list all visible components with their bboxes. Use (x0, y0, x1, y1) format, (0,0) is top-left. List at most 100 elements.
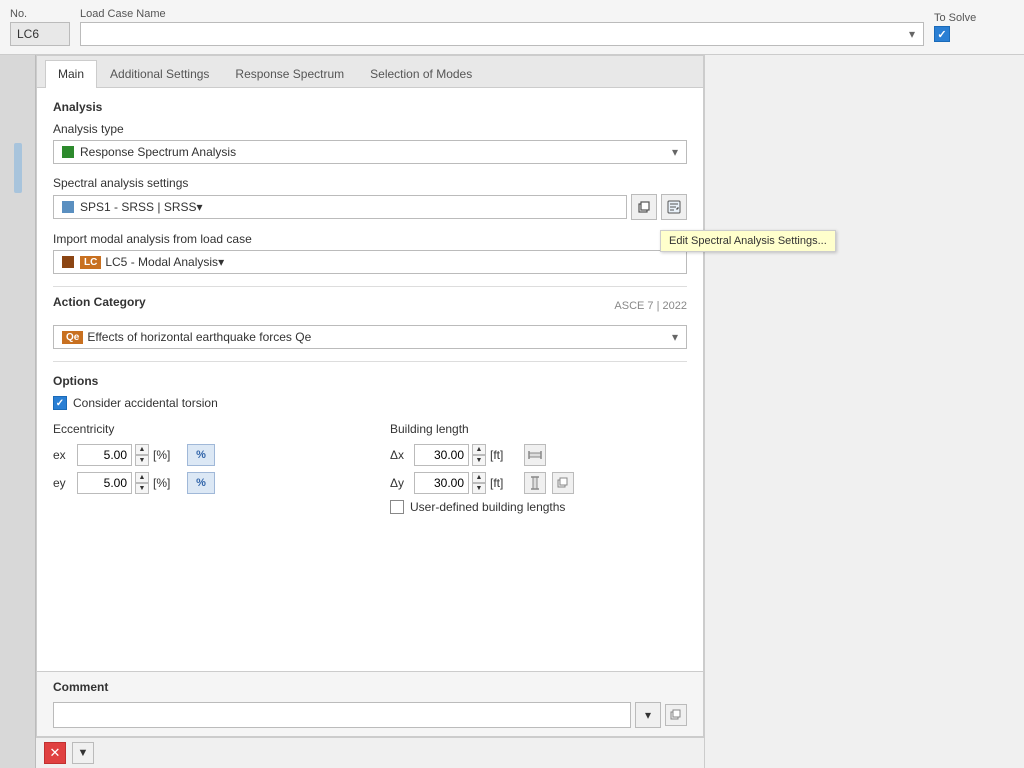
import-arrow-icon: ▾ (218, 255, 224, 269)
delete-button[interactable]: ✕ (44, 742, 66, 764)
consider-torsion-label: Consider accidental torsion (73, 396, 218, 410)
delta-y-copy-button[interactable] (552, 472, 574, 494)
tab-main[interactable]: Main (45, 60, 97, 88)
comment-section: Comment ▾ (36, 672, 704, 737)
user-defined-label: User-defined building lengths (410, 500, 565, 514)
import-brown-indicator (62, 256, 74, 268)
spectral-field: Spectral analysis settings SPS1 - SRSS |… (53, 176, 687, 220)
delta-y-input[interactable] (414, 472, 469, 494)
ex-row: ex ▲ ▼ [%] % (53, 444, 350, 466)
ey-percent-button[interactable]: % (187, 472, 215, 494)
spectral-label: Spectral analysis settings (53, 176, 687, 190)
analysis-section: Analysis Analysis type Response Spectrum… (53, 100, 687, 274)
consider-torsion-checkbox[interactable] (53, 396, 67, 410)
comment-dropdown-button[interactable]: ▾ (635, 702, 661, 728)
bottom-bar: ✕ ▼ (36, 737, 704, 768)
delta-x-unit: [ft] (490, 448, 520, 462)
spectral-dropdown[interactable]: SPS1 - SRSS | SRSS ▾ (53, 195, 627, 219)
import-modal-field: Import modal analysis from load case LC … (53, 232, 687, 274)
ex-input[interactable] (77, 444, 132, 466)
ex-down-arrow[interactable]: ▼ (135, 455, 149, 466)
left-sidebar (0, 55, 36, 768)
delta-y-label: Δy (390, 476, 410, 490)
tabs-bar: Main Additional Settings Response Spectr… (37, 56, 703, 88)
analysis-type-value: Response Spectrum Analysis (80, 145, 672, 159)
ey-input[interactable] (77, 472, 132, 494)
qe-badge: Qe (62, 331, 83, 344)
delta-y-up-arrow[interactable]: ▲ (472, 472, 486, 483)
form-panel: Main Additional Settings Response Spectr… (36, 55, 704, 672)
ex-up-arrow[interactable]: ▲ (135, 444, 149, 455)
load-case-label: Load Case Name (80, 8, 924, 20)
delta-y-down-arrow[interactable]: ▼ (472, 483, 486, 494)
expand-button[interactable]: ▼ (72, 742, 94, 764)
tab-selection[interactable]: Selection of Modes (357, 60, 485, 87)
no-input[interactable] (10, 22, 70, 46)
eccentricity-building-row: Eccentricity ex ▲ ▼ [%] % (53, 422, 687, 514)
consider-torsion-row: Consider accidental torsion (53, 396, 687, 410)
comment-copy-button[interactable] (665, 704, 687, 726)
ey-spin: ▲ ▼ (135, 472, 149, 494)
form-body: Analysis Analysis type Response Spectrum… (37, 88, 703, 671)
import-dropdown[interactable]: LC LC5 - Modal Analysis ▾ (53, 250, 687, 274)
user-defined-checkbox[interactable] (390, 500, 404, 514)
eccentricity-label: Eccentricity (53, 422, 350, 436)
action-category-header: Action Category ASCE 7 | 2022 (53, 295, 687, 317)
action-category-value: Effects of horizontal earthquake forces … (87, 330, 672, 344)
options-section: Options Consider accidental torsion Ecce… (53, 374, 687, 514)
import-value: LC5 - Modal Analysis (105, 255, 218, 269)
delta-x-icon-button[interactable] (524, 444, 546, 466)
tab-response[interactable]: Response Spectrum (222, 60, 357, 87)
load-case-dropdown[interactable]: ▾ (80, 22, 924, 46)
edit-spectral-button[interactable] (661, 194, 687, 220)
building-col: Building length Δx ▲ ▼ [ft] (390, 422, 687, 514)
green-indicator (62, 146, 74, 158)
delta-x-label: Δx (390, 448, 410, 462)
no-field: No. (10, 8, 70, 46)
tab-additional[interactable]: Additional Settings (97, 60, 222, 87)
delta-x-row: Δx ▲ ▼ [ft] (390, 444, 687, 466)
delta-y-row: Δy ▲ ▼ [ft] (390, 472, 687, 494)
delta-x-up-arrow[interactable]: ▲ (472, 444, 486, 455)
ex-percent-button[interactable]: % (187, 444, 215, 466)
delta-x-down-arrow[interactable]: ▼ (472, 455, 486, 466)
analysis-title: Analysis (53, 100, 687, 114)
delta-x-input[interactable] (414, 444, 469, 466)
right-panel (704, 55, 1024, 768)
to-solve-checkbox[interactable] (934, 26, 950, 42)
load-case-field: Load Case Name ▾ (80, 8, 924, 46)
separator-2 (53, 361, 687, 362)
action-category-arrow-icon: ▾ (672, 330, 678, 344)
to-solve-section: To Solve (934, 12, 1014, 42)
ex-label: ex (53, 448, 73, 462)
ex-spin: ▲ ▼ (135, 444, 149, 466)
ey-down-arrow[interactable]: ▼ (135, 483, 149, 494)
main-layout: No. Load Case Name ▾ To Solve Mai (0, 0, 1024, 768)
comment-title: Comment (53, 680, 687, 694)
action-category-section: Action Category ASCE 7 | 2022 Qe Effects… (53, 295, 687, 349)
ey-up-arrow[interactable]: ▲ (135, 472, 149, 483)
content-row: Main Additional Settings Response Spectr… (0, 55, 1024, 768)
analysis-type-arrow-icon: ▾ (672, 145, 678, 159)
top-bar: No. Load Case Name ▾ To Solve (0, 0, 1024, 55)
copy-icon (637, 200, 651, 214)
analysis-type-dropdown[interactable]: Response Spectrum Analysis ▾ (53, 140, 687, 164)
user-defined-row: User-defined building lengths (390, 500, 687, 514)
delta-y-icon-button[interactable] (524, 472, 546, 494)
tooltip-text: Edit Spectral Analysis Settings... (669, 235, 827, 247)
load-case-arrow-icon: ▾ (909, 27, 915, 41)
delta-x-spin: ▲ ▼ (472, 444, 486, 466)
edit-spectral-tooltip: Edit Spectral Analysis Settings... (660, 230, 836, 252)
dimension-x-icon (528, 448, 542, 462)
spectral-value: SPS1 - SRSS | SRSS (80, 200, 197, 214)
ey-label: ey (53, 476, 73, 490)
copy-spectral-button[interactable] (631, 194, 657, 220)
middle-col: Main Additional Settings Response Spectr… (36, 55, 704, 768)
analysis-type-label: Analysis type (53, 122, 687, 136)
action-category-dropdown[interactable]: Qe Effects of horizontal earthquake forc… (53, 325, 687, 349)
delta-y-unit: [ft] (490, 476, 520, 490)
comment-input[interactable] (53, 702, 631, 728)
lc-badge: LC (80, 256, 101, 269)
import-modal-label: Import modal analysis from load case (53, 232, 687, 246)
ey-row: ey ▲ ▼ [%] % (53, 472, 350, 494)
